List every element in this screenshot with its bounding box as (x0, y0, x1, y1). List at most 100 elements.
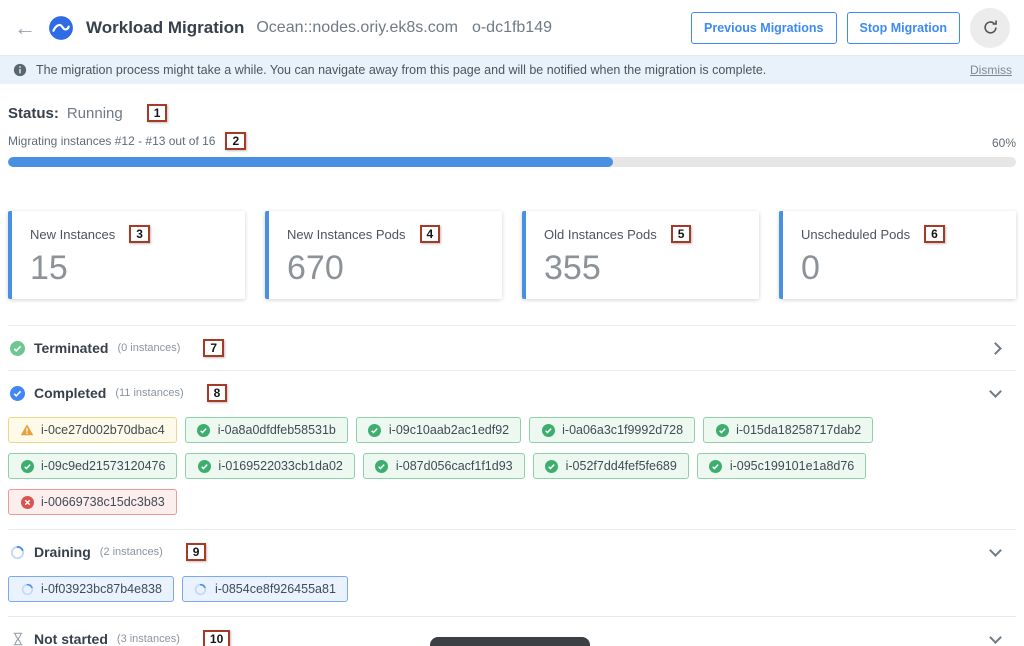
info-icon (12, 63, 27, 78)
check-circle-icon (197, 459, 211, 473)
instance-id: i-015da18258717dab2 (736, 423, 861, 437)
chevron-down-icon[interactable] (989, 385, 1002, 398)
stat-cards: New Instances 3 15 New Instances Pods 4 … (8, 211, 1016, 299)
instance-id: i-052f7dd4fef5fe689 (566, 459, 677, 473)
progress-bar (8, 157, 1016, 167)
annotation-marker-7: 7 (203, 339, 224, 357)
card-value: 0 (801, 249, 1002, 288)
section-title: Not started (34, 631, 108, 646)
section-draining[interactable]: Draining (2 instances) 9 (8, 529, 1016, 574)
card-new-instances-pods: New Instances Pods 4 670 (265, 211, 502, 299)
dismiss-link[interactable]: Dismiss (970, 63, 1012, 77)
back-arrow-icon[interactable]: ← (14, 17, 36, 39)
instance-id: i-095c199101e1a8d76 (730, 459, 854, 473)
check-circle-icon (541, 423, 555, 437)
status-line: Status: Running 1 (8, 104, 1016, 122)
card-label: Unscheduled Pods (801, 227, 910, 242)
completed-instances-list: i-0ce27d002b70dbac4 i-0a8a0dfdfeb58531b i-… (8, 415, 1016, 529)
instance-chip-warning: i-0ce27d002b70dbac4 (8, 417, 177, 443)
info-banner: The migration process might take a while… (0, 56, 1024, 84)
instance-chip-success: i-0169522033cb1da02 (185, 453, 354, 479)
annotation-marker-5: 5 (671, 225, 692, 243)
annotation-marker-9: 9 (186, 543, 207, 561)
instance-id: i-0f03923bc87b4e838 (41, 582, 162, 596)
refresh-button[interactable] (970, 8, 1010, 48)
instance-chip-success: i-09c10aab2ac1edf92 (356, 417, 521, 443)
check-circle-icon (709, 459, 723, 473)
instance-chip-draining: i-0854ce8f926455a81 (182, 576, 348, 602)
chevron-down-icon[interactable] (989, 544, 1002, 557)
section-completed[interactable]: Completed (11 instances) 8 (8, 370, 1016, 415)
section-title: Terminated (34, 340, 108, 356)
instance-id: i-09c10aab2ac1edf92 (389, 423, 509, 437)
progress-fill (8, 157, 613, 167)
instance-id: i-00669738c15dc3b83 (41, 495, 165, 509)
check-circle-icon (715, 423, 729, 437)
instance-id: i-09c9ed21573120476 (41, 459, 165, 473)
chevron-right-icon[interactable] (989, 342, 1002, 355)
instance-chip-success: i-015da18258717dab2 (703, 417, 873, 443)
error-circle-icon (20, 495, 34, 509)
stop-migration-button[interactable]: Stop Migration (847, 12, 961, 44)
check-circle-icon (545, 459, 559, 473)
check-circle-icon (197, 423, 211, 437)
section-terminated[interactable]: Terminated (0 instances) 7 (8, 325, 1016, 370)
previous-migrations-button[interactable]: Previous Migrations (691, 12, 836, 44)
progress-text: Migrating instances #12 - #13 out of 16 … (8, 132, 246, 150)
check-circle-icon (368, 423, 382, 437)
ocean-logo-icon (48, 15, 74, 41)
annotation-marker-4: 4 (420, 225, 441, 243)
annotation-marker-6: 6 (924, 225, 945, 243)
section-count: (0 instances) (117, 342, 180, 354)
annotation-marker-3: 3 (129, 225, 150, 243)
instance-chip-draining: i-0f03923bc87b4e838 (8, 576, 174, 602)
cluster-name: Ocean::nodes.oriy.ek8s.com (256, 19, 458, 37)
section-title: Draining (34, 544, 91, 560)
completed-check-icon (10, 386, 25, 401)
refresh-icon (982, 19, 999, 36)
chevron-down-icon[interactable] (989, 631, 1002, 644)
page-title: Workload Migration (86, 18, 244, 38)
instance-chip-success: i-052f7dd4fef5fe689 (533, 453, 689, 479)
card-old-instances-pods: Old Instances Pods 5 355 (522, 211, 759, 299)
section-count: (3 instances) (117, 633, 180, 645)
header-actions: Previous Migrations Stop Migration (691, 8, 1010, 48)
card-value: 670 (287, 249, 488, 288)
check-circle-icon (375, 459, 389, 473)
instance-chip-success: i-0a06a3c1f9992d728 (529, 417, 695, 443)
instance-id: i-0a8a0dfdfeb58531b (218, 423, 336, 437)
instance-chip-error: i-00669738c15dc3b83 (8, 489, 177, 515)
section-count: (11 instances) (115, 387, 183, 399)
section-count: (2 instances) (100, 546, 163, 558)
instance-id: i-0a06a3c1f9992d728 (562, 423, 683, 437)
instance-id: i-0ce27d002b70dbac4 (41, 423, 165, 437)
page-subtitle: Ocean::nodes.oriy.ek8s.com o-dc1fb149 (256, 19, 552, 37)
instance-id: i-0854ce8f926455a81 (215, 582, 336, 596)
terminated-check-icon (10, 341, 25, 356)
instance-id: i-0169522033cb1da02 (218, 459, 342, 473)
annotation-marker-2: 2 (225, 132, 246, 150)
spinner-icon (20, 582, 34, 596)
bottom-toast-peek (430, 637, 590, 646)
card-value: 355 (544, 249, 745, 288)
annotation-marker-8: 8 (207, 384, 228, 402)
card-label: Old Instances Pods (544, 227, 657, 242)
instance-chip-success: i-09c9ed21573120476 (8, 453, 177, 479)
draining-spinner-icon (10, 545, 25, 560)
card-new-instances: New Instances 3 15 (8, 211, 245, 299)
card-unscheduled-pods: Unscheduled Pods 6 0 (779, 211, 1016, 299)
status-value: Running (67, 105, 123, 122)
check-circle-icon (20, 459, 34, 473)
hourglass-icon (10, 632, 25, 646)
progress-label: Migrating instances #12 - #13 out of 16 (8, 134, 215, 148)
card-label: New Instances Pods (287, 227, 406, 242)
progress-line: Migrating instances #12 - #13 out of 16 … (8, 132, 1016, 150)
annotation-marker-1: 1 (147, 104, 168, 122)
card-label: New Instances (30, 227, 115, 242)
progress-percent: 60% (992, 136, 1016, 150)
instance-chip-success: i-0a8a0dfdfeb58531b (185, 417, 348, 443)
card-value: 15 (30, 249, 231, 288)
spinner-icon (194, 582, 208, 596)
app-header: ← Workload Migration Ocean::nodes.oriy.e… (0, 0, 1024, 56)
section-title: Completed (34, 385, 106, 401)
